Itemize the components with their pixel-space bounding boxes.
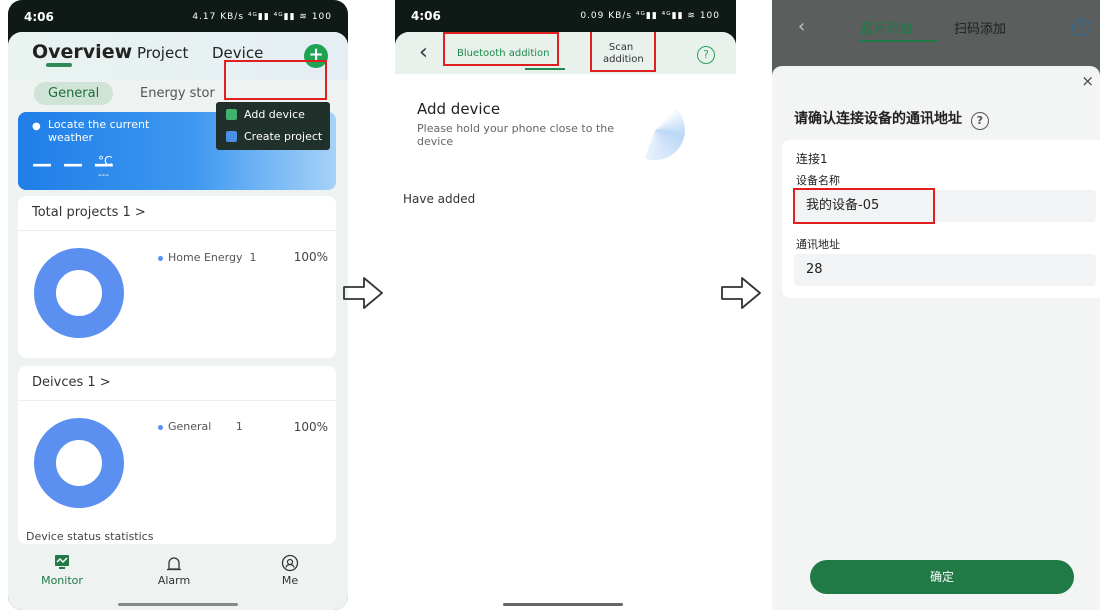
status-time: 4:06 (411, 9, 441, 23)
overview-screen: 4:06 4.17 KB/s ⁴ᴳ▮▮ ⁴ᴳ▮▮ ≋ 100 Overview … (8, 0, 348, 610)
projects-percent: 100% (293, 250, 328, 264)
status-indicators: 0.09 KB/s ⁴ᴳ▮▮ ⁴ᴳ▮▮ ≋ 100 (580, 11, 720, 21)
location-pin-icon: ● (32, 121, 41, 132)
projects-legend-label: Home Energy (168, 251, 243, 264)
projects-title[interactable]: Total projects 1 > (32, 205, 146, 220)
nav-me[interactable]: Me (260, 554, 320, 587)
back-chevron-icon[interactable]: ‹ (798, 16, 805, 37)
menu-add-device-label: Add device (244, 108, 305, 121)
projects-legend: Home Energy 1 (158, 251, 257, 264)
home-indicator (503, 603, 623, 606)
profile-icon (260, 554, 320, 572)
projects-card: Total projects 1 > Home Energy 1 100% (18, 196, 336, 358)
bottom-nav: Monitor Alarm Me (8, 552, 348, 596)
home-indicator (118, 603, 238, 606)
arrow-right-icon (721, 277, 761, 309)
sheet-heading: 请确认连接设备的通讯地址 ? (794, 108, 989, 130)
highlight-box (793, 188, 935, 224)
overview-body: Overview Project Device + General Energy… (8, 32, 348, 610)
nav-alarm[interactable]: Alarm (144, 554, 204, 587)
tab-underline (860, 40, 938, 42)
add-device-body: ‹ Bluetooth addition Scan addition ? Add… (395, 32, 736, 610)
devices-card: Deivces 1 > General 1 100% (18, 366, 336, 544)
devices-donut (34, 418, 124, 508)
divider (18, 230, 336, 231)
confirm-sheet: × 请确认连接设备的通讯地址 ? 连接1 设备名称 我的设备-05 通讯地址 2… (772, 66, 1100, 610)
add-menu: Add device Create project (216, 102, 330, 150)
status-bar: 4:06 0.09 KB/s ⁴ᴳ▮▮ ⁴ᴳ▮▮ ≋ 100 (395, 0, 736, 32)
projects-donut (34, 248, 124, 338)
subtab-general[interactable]: General (34, 82, 114, 105)
tab-underline (525, 68, 565, 70)
legend-dot-icon (158, 424, 163, 430)
tab-project[interactable]: Project (137, 44, 188, 62)
devices-legend-label: General (168, 420, 212, 433)
alarm-icon (144, 554, 204, 572)
address-label: 通讯地址 (796, 238, 840, 251)
weather-location-text: Locate the current weather (48, 118, 150, 144)
devices-legend-count: 1 (235, 420, 243, 433)
tab-overview-label: Overview (32, 41, 133, 63)
confirm-address-screen: ‹ 蓝牙添加 扫码添加 ? × 请确认连接设备的通讯地址 ? 连接1 设备名称 … (772, 0, 1100, 610)
confirm-button[interactable]: 确定 (810, 560, 1074, 594)
dimmed-header: ‹ 蓝牙添加 扫码添加 ? (772, 0, 1100, 60)
status-time: 4:06 (24, 10, 54, 24)
device-name-label: 设备名称 (796, 174, 840, 187)
tab-scan-add[interactable]: 扫码添加 (954, 18, 1006, 37)
connection-label: 连接1 (796, 152, 828, 166)
nav-monitor-label: Monitor (41, 574, 83, 587)
add-device-subtitle: Please hold your phone close to the devi… (417, 122, 615, 148)
legend-dot-icon (158, 255, 163, 261)
weather-sub: --- (98, 170, 109, 181)
device-status-label: Device status statistics (26, 530, 154, 543)
devices-title[interactable]: Deivces 1 > (32, 375, 111, 390)
nav-alarm-label: Alarm (157, 574, 191, 587)
menu-add-device[interactable]: Add device (224, 104, 328, 126)
subtab-energy-storage[interactable]: Energy stor (140, 86, 215, 101)
sheet-heading-text: 请确认连接设备的通讯地址 (794, 111, 962, 127)
nav-monitor[interactable]: Monitor (32, 554, 92, 587)
help-icon[interactable]: ? (697, 46, 715, 64)
help-icon[interactable]: ? (1072, 18, 1090, 36)
arrow-right-icon (343, 277, 383, 309)
add-device-screen: 4:06 0.09 KB/s ⁴ᴳ▮▮ ⁴ᴳ▮▮ ≋ 100 ‹ Bluetoo… (395, 0, 736, 610)
menu-create-project-label: Create project (244, 130, 323, 143)
status-indicators: 4.17 KB/s ⁴ᴳ▮▮ ⁴ᴳ▮▮ ≋ 100 (192, 12, 332, 22)
tab-underline (46, 63, 72, 67)
menu-create-project[interactable]: Create project (224, 126, 328, 148)
close-icon[interactable]: × (1081, 72, 1094, 90)
highlight-box (590, 32, 656, 72)
highlight-box (224, 60, 327, 100)
highlight-box (443, 32, 559, 66)
have-added-label: Have added (403, 192, 476, 206)
devices-legend: General 1 (158, 420, 243, 433)
weather-unit: °C (98, 154, 113, 168)
nav-me-label: Me (281, 574, 299, 587)
folder-icon (226, 131, 237, 142)
address-field[interactable]: 28 (794, 254, 1096, 286)
connection-card: 连接1 设备名称 我的设备-05 通讯地址 28 (782, 140, 1100, 298)
device-icon (226, 109, 237, 120)
devices-percent: 100% (293, 420, 328, 434)
divider (18, 400, 336, 401)
add-device-title: Add device (417, 100, 501, 118)
help-icon[interactable]: ? (970, 112, 989, 130)
back-chevron-icon[interactable]: ‹ (419, 40, 428, 65)
projects-legend-count: 1 (249, 251, 257, 264)
tab-bluetooth-add[interactable]: 蓝牙添加 (860, 18, 912, 37)
tab-overview[interactable]: Overview (32, 41, 133, 67)
monitor-icon (32, 554, 92, 572)
status-bar: 4:06 4.17 KB/s ⁴ᴳ▮▮ ⁴ᴳ▮▮ ≋ 100 (8, 0, 348, 34)
bluetooth-scan-icon (625, 100, 685, 160)
weather-location: ● Locate the current weather (32, 118, 192, 144)
